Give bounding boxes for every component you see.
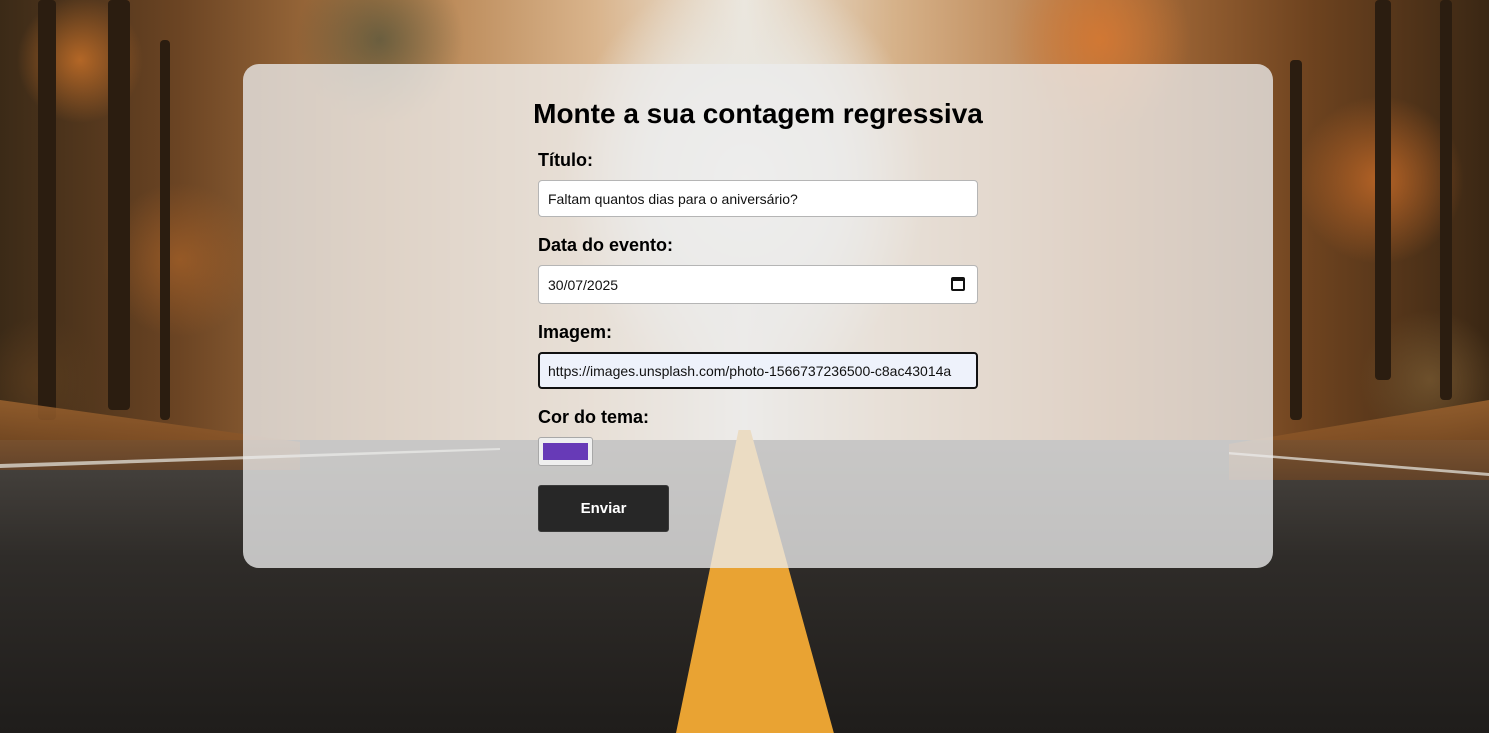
- date-input-value: 30/07/2025: [548, 276, 619, 293]
- calendar-icon[interactable]: [951, 277, 965, 291]
- page-title: Monte a sua contagem regressiva: [533, 98, 983, 129]
- color-label: Cor do tema:: [538, 407, 650, 427]
- image-label: Imagem:: [538, 322, 613, 342]
- theme-color-swatch: [543, 443, 588, 460]
- title-input[interactable]: Faltam quantos dias para o aniversário?: [538, 180, 978, 217]
- date-label: Data do evento:: [538, 235, 674, 255]
- countdown-form: Título: Faltam quantos dias para o anive…: [538, 150, 978, 532]
- date-input[interactable]: 30/07/2025: [538, 265, 978, 304]
- theme-color-picker[interactable]: [538, 437, 593, 466]
- image-group: Imagem: https://images.unsplash.com/phot…: [538, 322, 978, 389]
- title-label: Título:: [538, 150, 593, 170]
- color-group: Cor do tema:: [538, 407, 978, 466]
- countdown-form-card: Monte a sua contagem regressiva Título: …: [243, 64, 1273, 568]
- title-input-value: Faltam quantos dias para o aniversário?: [548, 190, 798, 207]
- image-url-input-value: https://images.unsplash.com/photo-156673…: [548, 362, 952, 379]
- image-url-input[interactable]: https://images.unsplash.com/photo-156673…: [538, 352, 978, 389]
- submit-button[interactable]: Enviar: [538, 485, 669, 532]
- title-group: Título: Faltam quantos dias para o anive…: [538, 150, 978, 217]
- date-group: Data do evento: 30/07/2025: [538, 235, 978, 304]
